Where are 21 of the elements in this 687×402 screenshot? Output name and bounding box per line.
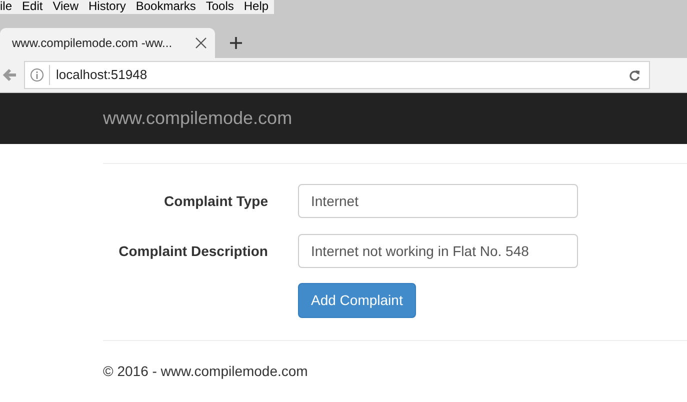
- reload-icon[interactable]: [628, 68, 641, 82]
- footer-text: © 2016 - www.compilemode.com: [103, 363, 308, 379]
- back-icon[interactable]: [2, 67, 18, 83]
- menu-item[interactable]: Bookmarks: [130, 0, 201, 14]
- browser-tab[interactable]: www.compilemode.com -ww...: [0, 28, 215, 58]
- menu-item[interactable]: History: [84, 0, 131, 14]
- input-field[interactable]: Internet not working in Flat No. 548: [298, 234, 578, 268]
- add-complaint-button[interactable]: Add Complaint: [298, 283, 416, 318]
- brand-link[interactable]: www.compilemode.com: [103, 105, 292, 132]
- input-field[interactable]: Internet: [298, 184, 578, 218]
- menu-item[interactable]: Tools: [200, 0, 239, 14]
- new-tab-icon[interactable]: [229, 36, 243, 50]
- menu-item[interactable]: Help: [238, 0, 274, 14]
- info-icon[interactable]: [30, 68, 44, 82]
- url-text[interactable]: localhost:51948: [49, 65, 148, 85]
- menu-item[interactable]: Edit: [17, 0, 48, 14]
- close-icon[interactable]: [195, 37, 207, 49]
- menu-item[interactable]: ile: [0, 0, 18, 14]
- field-label: Complaint Type: [163, 192, 268, 211]
- menu-item[interactable]: View: [48, 0, 84, 14]
- field-label: Complaint Description: [118, 242, 268, 261]
